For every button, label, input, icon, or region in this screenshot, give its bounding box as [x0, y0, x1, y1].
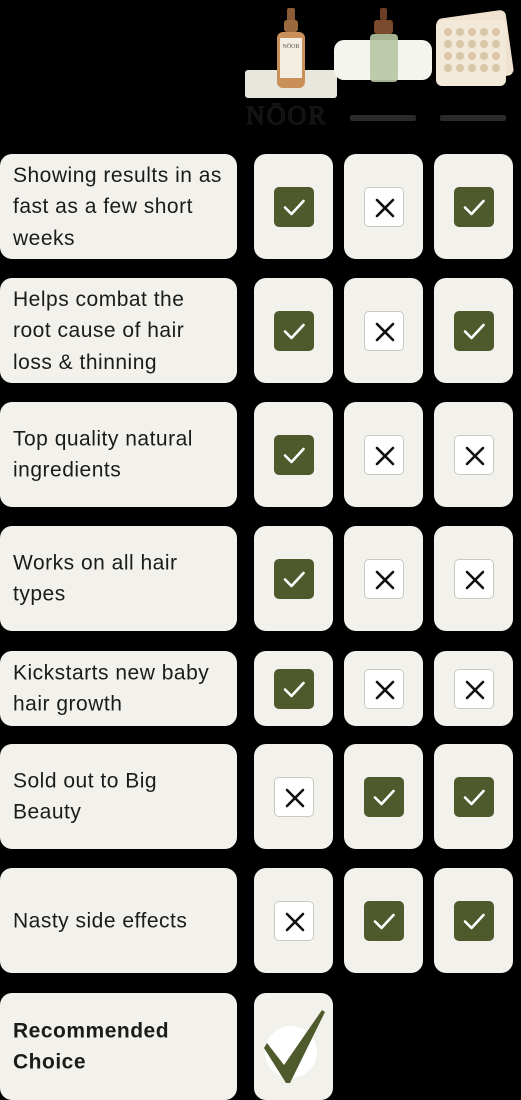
check-icon [453, 310, 494, 351]
recommended-mark-cell [254, 993, 333, 1100]
competitor-1-wordmark [350, 115, 416, 121]
row-mark-cell [344, 868, 423, 973]
cross-icon [453, 558, 494, 599]
row-mark-cell [254, 526, 333, 631]
row-mark-cell [434, 744, 513, 849]
product-header: NŌOR NŌOR [0, 0, 521, 140]
row-label: Top quality natural ingredients [13, 427, 193, 482]
check-icon [273, 310, 314, 351]
row-mark-cell [434, 526, 513, 631]
row-mark-cell [434, 651, 513, 726]
row-label-cell: Nasty side effects [0, 868, 237, 973]
cross-icon [363, 668, 404, 709]
row-mark-cell [254, 651, 333, 726]
check-icon [363, 776, 404, 817]
row-label: Works on all hair types [13, 551, 178, 606]
check-icon [453, 776, 494, 817]
recommended-label: Recommended Choice [13, 1019, 170, 1074]
row-mark-cell [344, 402, 423, 507]
row-label-cell: Kickstarts new baby hair growth [0, 651, 237, 726]
row-mark-cell [254, 402, 333, 507]
row-mark-cell [254, 868, 333, 973]
cross-icon [273, 900, 314, 941]
row-mark-cell [434, 278, 513, 383]
row-mark-cell [434, 868, 513, 973]
brand-noor-wordmark: NŌOR [246, 101, 328, 130]
cross-icon [363, 434, 404, 475]
row-label-cell: Top quality natural ingredients [0, 402, 237, 507]
check-icon [273, 558, 314, 599]
cross-icon [273, 776, 314, 817]
blister-pack-icon [436, 10, 514, 86]
cross-icon [453, 668, 494, 709]
cross-icon [363, 310, 404, 351]
check-icon [273, 434, 314, 475]
product-noor-image: NŌOR [245, 6, 337, 98]
cross-icon [363, 558, 404, 599]
row-mark-cell [344, 651, 423, 726]
product-competitor-1-image [334, 6, 434, 82]
row-mark-cell [344, 154, 423, 259]
row-label-cell: Showing results in as fast as a few shor… [0, 154, 237, 259]
row-label: Showing results in as fast as a few shor… [13, 163, 222, 250]
cross-icon [453, 434, 494, 475]
row-mark-cell [344, 278, 423, 383]
check-icon [273, 186, 314, 227]
row-label: Kickstarts new baby hair growth [13, 661, 210, 716]
check-icon [273, 668, 314, 709]
row-mark-cell [344, 526, 423, 631]
recommended-label-cell: Recommended Choice [0, 993, 237, 1100]
check-icon [363, 900, 404, 941]
row-mark-cell [344, 744, 423, 849]
row-mark-cell [434, 154, 513, 259]
row-label-cell: Sold out to Big Beauty [0, 744, 237, 849]
row-label: Sold out to Big Beauty [13, 769, 158, 824]
bottle-label-text: NŌOR [282, 43, 299, 50]
check-icon [453, 186, 494, 227]
big-check-icon [264, 1010, 325, 1083]
row-label: Nasty side effects [13, 908, 188, 932]
competitor-2-wordmark [440, 115, 506, 121]
row-label: Helps combat the root cause of hair loss… [13, 287, 185, 374]
row-mark-cell [254, 744, 333, 849]
competitor-bottle-icon [334, 8, 432, 82]
row-label-cell: Helps combat the root cause of hair loss… [0, 278, 237, 383]
cross-icon [363, 186, 404, 227]
row-mark-cell [254, 278, 333, 383]
product-competitor-2-image [434, 10, 516, 88]
row-mark-cell [434, 402, 513, 507]
row-label-cell: Works on all hair types [0, 526, 237, 631]
row-mark-cell [254, 154, 333, 259]
check-icon [453, 900, 494, 941]
noor-bottle-icon: NŌOR [245, 8, 337, 98]
